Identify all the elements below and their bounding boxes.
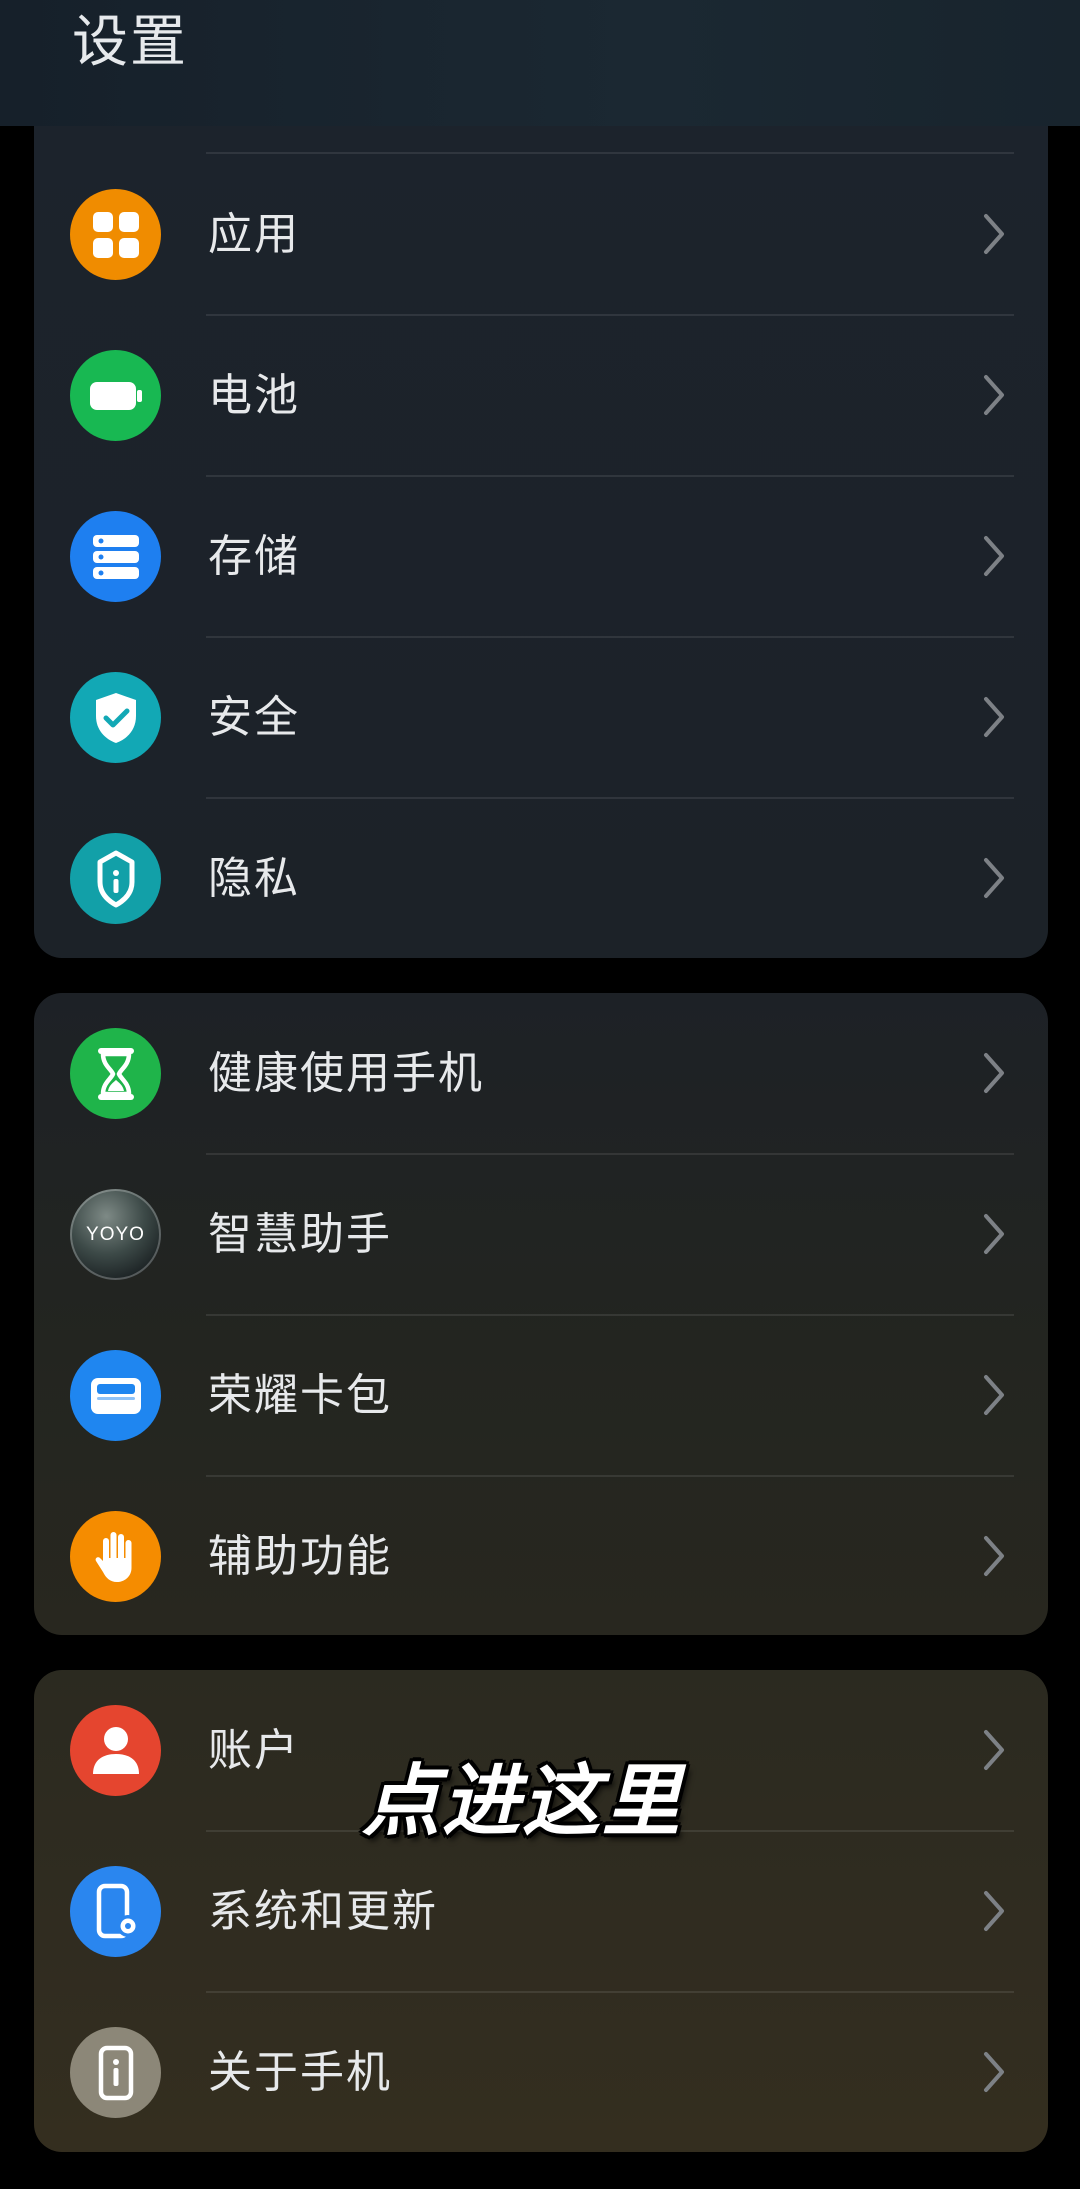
settings-item-wallet[interactable]: 荣耀卡包 [34, 1315, 1048, 1476]
chevron-right-icon [984, 2052, 1004, 2092]
settings-item-label: 荣耀卡包 [208, 1370, 392, 1421]
hourglass-icon [70, 1028, 161, 1119]
settings-item-apps[interactable]: 应用 [34, 154, 1048, 315]
apps-grid-icon [70, 189, 161, 280]
settings-item-label: 应用 [208, 209, 300, 260]
chevron-right-icon [984, 1730, 1004, 1770]
settings-item-label: 隐私 [208, 853, 300, 904]
phone-settings-icon [70, 1866, 161, 1957]
settings-item-label: 辅助功能 [208, 1531, 392, 1582]
chevron-right-icon [984, 1375, 1004, 1415]
settings-item-label: 存储 [208, 531, 300, 582]
chevron-right-icon [984, 1891, 1004, 1931]
tutorial-caption: 点进这里 [362, 1757, 683, 1847]
settings-item-label: 系统和更新 [208, 1886, 438, 1937]
settings-item-accessibility[interactable]: 辅助功能 [34, 1476, 1048, 1635]
settings-group-2: 健康使用手机 YOYO 智慧助手 荣耀卡包 辅助功能 [34, 993, 1048, 1635]
chevron-right-icon [984, 536, 1004, 576]
settings-item-label: 电池 [208, 370, 300, 421]
page-title: 设置 [72, 10, 188, 75]
chevron-right-icon [984, 214, 1004, 254]
settings-item-storage[interactable]: 存储 [34, 476, 1048, 637]
settings-item-label: 智慧助手 [208, 1209, 392, 1260]
settings-item-security[interactable]: 安全 [34, 637, 1048, 798]
account-person-icon [70, 1705, 161, 1796]
yoyo-assistant-icon: YOYO [70, 1189, 161, 1280]
settings-item-about-phone[interactable]: 关于手机 [34, 1992, 1048, 2152]
settings-item-system-update[interactable]: 系统和更新 [34, 1831, 1048, 1992]
shield-check-icon [70, 672, 161, 763]
settings-group-1: 应用 电池 存储 安全 隐私 [34, 70, 1048, 958]
storage-icon [70, 511, 161, 602]
chevron-right-icon [984, 697, 1004, 737]
settings-item-battery[interactable]: 电池 [34, 315, 1048, 476]
settings-item-label: 账户 [208, 1725, 300, 1776]
chevron-right-icon [984, 1536, 1004, 1576]
settings-item-label: 关于手机 [208, 2047, 392, 2098]
settings-item-digital-balance[interactable]: 健康使用手机 [34, 993, 1048, 1154]
settings-item-smart-assistant[interactable]: YOYO 智慧助手 [34, 1154, 1048, 1315]
chevron-right-icon [984, 375, 1004, 415]
chevron-right-icon [984, 1214, 1004, 1254]
wallet-icon [70, 1350, 161, 1441]
settings-group-3: 账户 系统和更新 关于手机 [34, 1670, 1048, 2152]
settings-item-privacy[interactable]: 隐私 [34, 798, 1048, 958]
privacy-lock-icon [70, 833, 161, 924]
chevron-right-icon [984, 858, 1004, 898]
hand-icon [70, 1511, 161, 1602]
settings-item-label: 健康使用手机 [208, 1048, 484, 1099]
yoyo-logo-text: YOYO [86, 1223, 145, 1245]
chevron-right-icon [984, 1053, 1004, 1093]
battery-icon [70, 350, 161, 441]
info-phone-icon [70, 2027, 161, 2118]
settings-item-label: 安全 [208, 692, 300, 743]
app-header: 设置 [0, 0, 1080, 126]
